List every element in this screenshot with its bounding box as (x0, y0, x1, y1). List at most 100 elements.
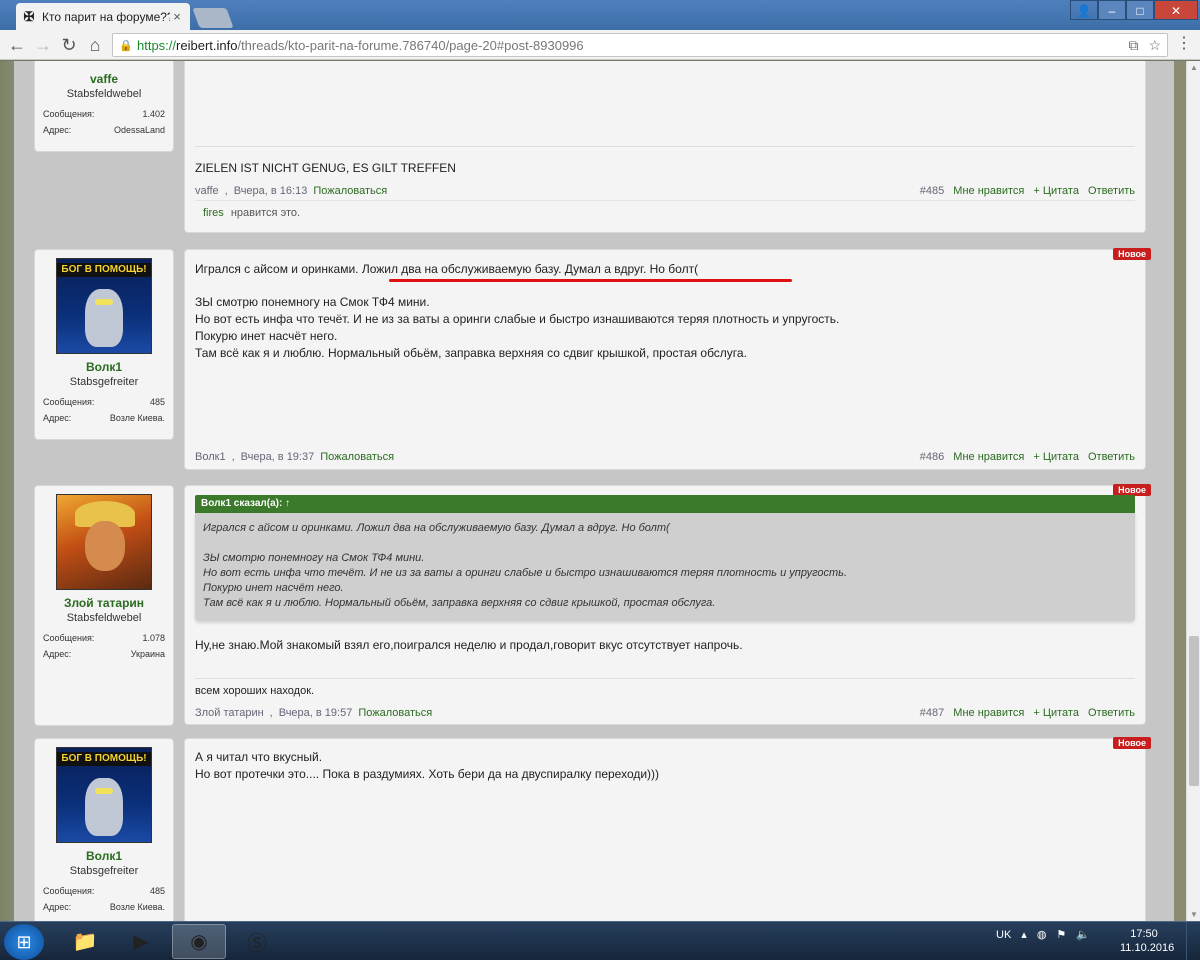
page-viewport: vaffe Stabsfeldwebel Сообщения: 1.402 Адр… (0, 61, 1186, 921)
signature-divider (195, 146, 1135, 147)
like-link[interactable]: Мне нравится (953, 451, 1024, 463)
highlighted-text: Ложил два на обслуживаемую базу. Думал а… (361, 262, 699, 276)
forward-arrow-icon[interactable]: → (30, 32, 56, 58)
quote-link[interactable]: + Цитата (1033, 707, 1079, 719)
show-desktop-button[interactable] (1186, 922, 1200, 960)
url-host: reibert.info (176, 37, 238, 53)
red-underline-annotation (389, 279, 792, 282)
liker-link[interactable]: fires (203, 207, 224, 219)
language-indicator[interactable]: UK (996, 929, 1011, 941)
url-path: /threads/kto-parit-na-forume.786740/page… (237, 37, 584, 53)
post-text-line: А я читал что вкусный. (195, 750, 323, 764)
author-rank: Stabsfeldwebel (66, 88, 142, 100)
minimize-button[interactable]: – (1098, 0, 1126, 20)
close-tab-icon[interactable]: × (170, 9, 184, 24)
user-icon[interactable]: 👤 (1070, 0, 1098, 20)
post-text-line: Ну,не знаю.Мой знакомый взял его,поиграл… (195, 638, 743, 652)
new-badge: Новое (1113, 737, 1151, 749)
post-date[interactable]: Вчера, в 19:57 (279, 707, 353, 719)
avatar[interactable] (56, 494, 152, 590)
post-author-link[interactable]: Волк1 (195, 451, 226, 463)
vertical-scrollbar[interactable]: ▲ ▼ (1186, 61, 1200, 921)
stat-messages: Сообщения: 1.078 (43, 633, 165, 643)
browser-tab[interactable]: ✠ Кто парит на форуме??? × (16, 3, 190, 30)
post-text-line: Покурю инет насчёт него. (195, 329, 338, 343)
flag-icon[interactable]: ⚑ (1056, 928, 1066, 941)
new-tab-button[interactable] (192, 8, 234, 28)
reload-icon[interactable]: ↻ (56, 32, 82, 58)
network-icon[interactable]: ◍ (1037, 928, 1047, 941)
bookmark-star-icon[interactable]: ☆ (1148, 37, 1161, 54)
reply-link[interactable]: Ответить (1088, 185, 1135, 197)
browser-tab-bar: ✠ Кто парит на форуме??? × 👤 – □ ✕ (0, 0, 1200, 30)
url-scheme: https:// (137, 37, 177, 53)
quote-line: Но вот есть инфа что течёт. И не из за в… (203, 567, 848, 579)
post-date[interactable]: Вчера, в 16:13 (234, 185, 308, 197)
post-number[interactable]: #486 (920, 451, 944, 463)
post-text-line: Но вот есть инфа что течёт. И не из за в… (195, 312, 840, 326)
media-player-icon[interactable]: ▶ (114, 924, 168, 959)
avatar-face (85, 521, 125, 571)
close-window-button[interactable]: ✕ (1154, 0, 1198, 20)
author-name[interactable]: Волк1 (43, 849, 165, 863)
report-link[interactable]: Пожаловаться (358, 707, 432, 719)
post-number[interactable]: #485 (920, 185, 944, 197)
reply-link[interactable]: Ответить (1088, 707, 1135, 719)
windows-taskbar: ⊞ 📁 ▶ ◉ Ⓢ UK ▴ ◍ ⚑ 🔈 17:50 11.10.2016 (0, 921, 1200, 960)
translate-icon[interactable]: ⧉ (1128, 37, 1138, 54)
author-card: vaffe Stabsfeldwebel Сообщения: 1.402 Адр… (34, 61, 174, 152)
author-rank: Stabsgefreiter (69, 865, 139, 877)
scroll-up-arrow-icon[interactable]: ▲ (1187, 63, 1200, 72)
quote-line: Там всё как я и люблю. Нормальный обьём,… (203, 597, 716, 609)
post-number[interactable]: #487 (920, 707, 944, 719)
author-name[interactable]: vaffe (43, 72, 165, 86)
post-author-link[interactable]: vaffe (195, 185, 219, 197)
author-name[interactable]: Злой татарин (43, 596, 165, 610)
explorer-icon[interactable]: 📁 (58, 924, 112, 959)
post-text-line: Но вот протечки это.... Пока в раздумиях… (195, 767, 660, 781)
quote-link[interactable]: + Цитата (1033, 185, 1079, 197)
post-footer: Злой татарин, Вчера, в 19:57 Пожаловатьс… (195, 707, 1135, 719)
home-icon[interactable]: ⌂ (82, 32, 108, 58)
skype-icon[interactable]: Ⓢ (230, 924, 284, 959)
post-date[interactable]: Вчера, в 19:37 (241, 451, 315, 463)
start-button[interactable]: ⊞ (4, 924, 44, 960)
scrollbar-thumb[interactable] (1189, 636, 1199, 786)
like-link[interactable]: Мне нравится (953, 707, 1024, 719)
post-author-link[interactable]: Злой татарин (195, 707, 264, 719)
scroll-down-arrow-icon[interactable]: ▼ (1187, 910, 1200, 919)
stat-address: Адрес: Возле Киева. (43, 413, 165, 423)
browser-menu-icon[interactable]: ⋮ (1174, 33, 1194, 53)
report-link[interactable]: Пожаловаться (313, 185, 387, 197)
author-name[interactable]: Волк1 (43, 360, 165, 374)
tray-expand-icon[interactable]: ▴ (1021, 928, 1027, 941)
maximize-button[interactable]: □ (1126, 0, 1154, 20)
avatar[interactable]: БОГ В ПОМОЩЬ! (56, 747, 152, 843)
signature-text: всем хороших находок. (195, 685, 315, 697)
clock-date: 11.10.2016 (1120, 942, 1175, 954)
volume-icon[interactable]: 🔈 (1076, 928, 1090, 941)
avatar-caption: БОГ В ПОМОЩЬ! (57, 752, 151, 766)
post-message: Новое А я читал что вкусный. Но вот прот… (184, 737, 1151, 921)
back-arrow-icon[interactable]: ← (4, 32, 30, 58)
post-footer: Волк1, Вчера, в 19:37 Пожаловаться #486 … (195, 451, 1135, 463)
quote-header[interactable]: Волк1 сказал(а): ↑ (195, 495, 1135, 513)
signature-divider (195, 678, 1135, 679)
post-text-line: Игрался с айсом и оринками. Ложил два на… (195, 262, 699, 276)
report-link[interactable]: Пожаловаться (320, 451, 394, 463)
wolf-figure (85, 289, 123, 347)
post-footer: vaffe, Вчера, в 16:13 Пожаловаться #485 … (195, 185, 1135, 197)
signature-text: ZIELEN IST NICHT GENUG, ES GILT TREFFEN (195, 161, 456, 175)
chrome-icon[interactable]: ◉ (172, 924, 226, 959)
quote-link[interactable]: + Цитата (1033, 451, 1079, 463)
clock[interactable]: 17:50 11.10.2016 (1120, 927, 1175, 955)
avatar[interactable]: БОГ В ПОМОЩЬ! (56, 258, 152, 354)
address-bar[interactable]: 🔒 https:// reibert.info /threads/kto-par… (112, 33, 1168, 57)
likes-text: нравится это. (230, 207, 301, 219)
author-card: Злой татарин Stabsfeldwebel Сообщения: 1.… (34, 485, 174, 726)
quote-line: Покурю инет насчёт него. (203, 582, 344, 594)
window-controls: 👤 – □ ✕ (1070, 0, 1198, 20)
reply-link[interactable]: Ответить (1088, 451, 1135, 463)
like-link[interactable]: Мне нравится (953, 185, 1024, 197)
likes-summary: fires нравится это. (195, 200, 1135, 226)
